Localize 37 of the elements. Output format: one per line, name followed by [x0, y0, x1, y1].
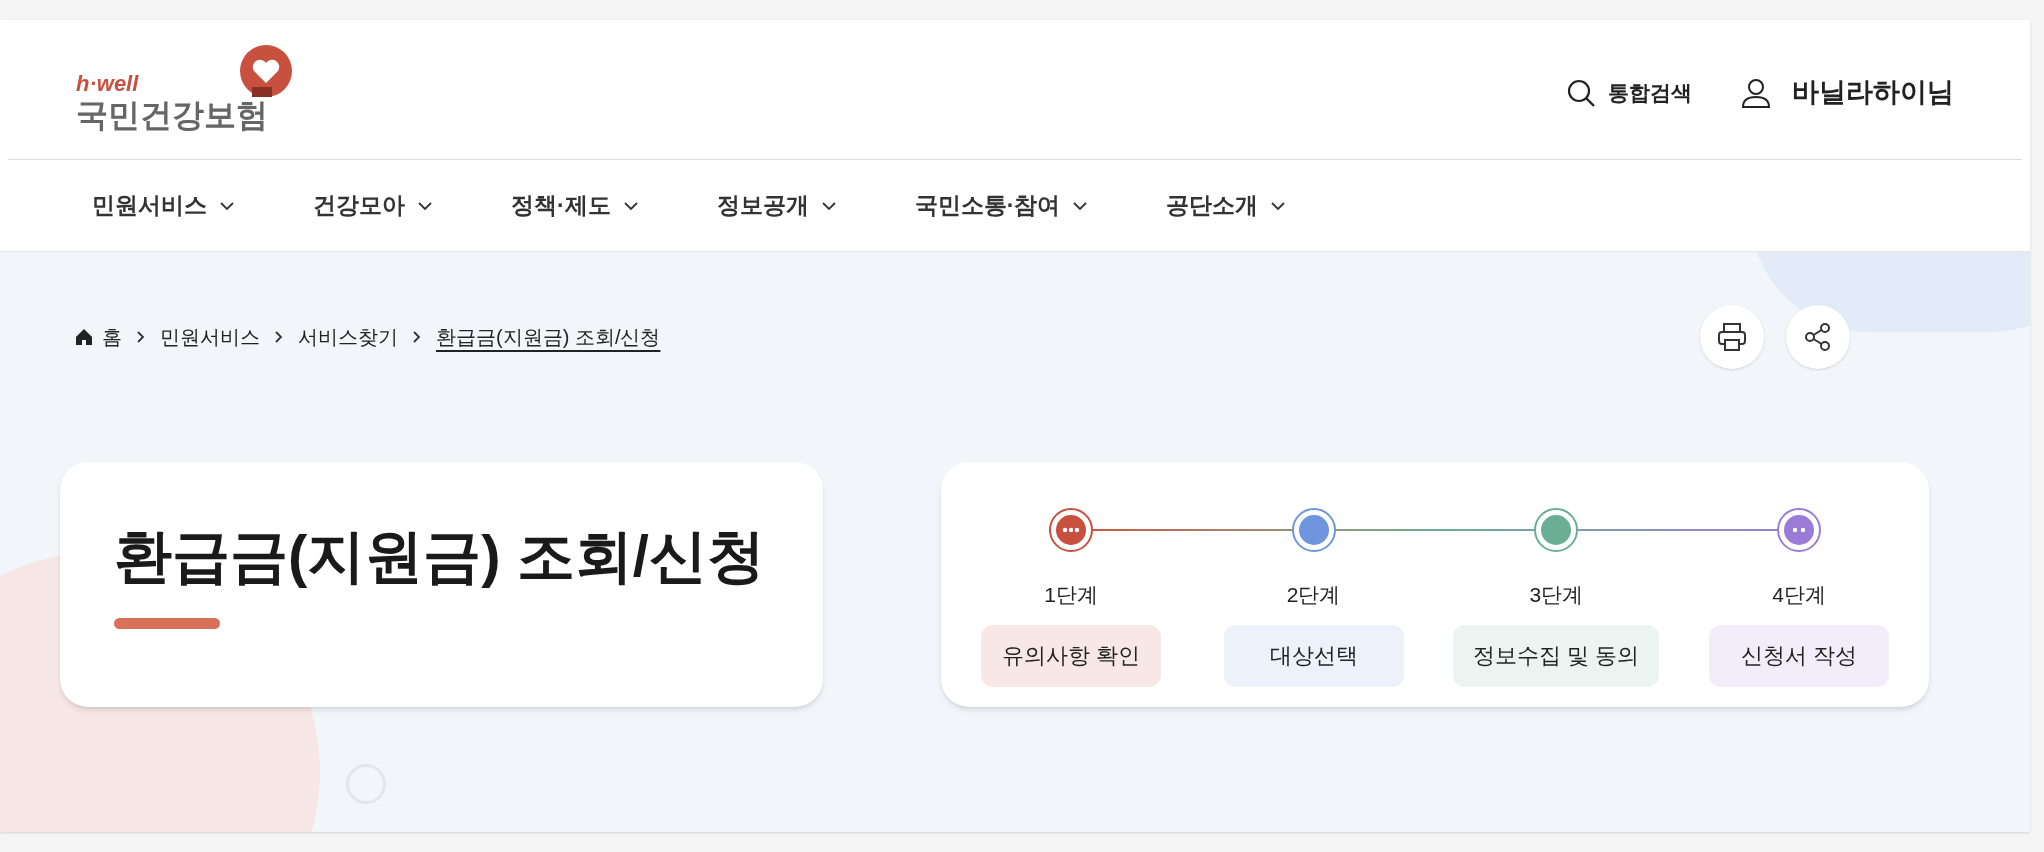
user-icon	[1740, 76, 1772, 109]
home-icon	[74, 327, 94, 347]
breadcrumb-link[interactable]: 환급금(지원금) 조회/신청	[436, 322, 661, 352]
breadcrumb-link[interactable]: 민원서비스	[160, 322, 260, 352]
search-icon	[1566, 77, 1596, 108]
step-label: 정보수집 및 동의	[1453, 624, 1660, 687]
chevron-right-icon	[274, 330, 284, 344]
chevron-down-icon	[622, 200, 639, 211]
step-label: 대상선택	[1223, 624, 1404, 687]
chevron-right-icon	[136, 330, 146, 344]
step-number: 4단계	[1772, 582, 1826, 608]
step-number: 2단계	[1286, 582, 1341, 608]
print-button[interactable]	[1700, 305, 1764, 369]
nav-menu-item[interactable]: 민원서비스	[92, 188, 235, 223]
logo[interactable]: h·well 국민건강보험	[76, 44, 296, 135]
chevron-down-icon	[820, 200, 837, 211]
step-number: 3단계	[1529, 582, 1584, 608]
nav-menu-item[interactable]: 공단소개	[1166, 188, 1287, 223]
nav-menu-item[interactable]: 정보공개	[716, 188, 837, 223]
breadcrumb-link[interactable]: 홈	[74, 322, 122, 352]
chevron-down-icon	[417, 200, 433, 211]
chevron-right-icon	[412, 330, 422, 344]
nav-menu-item[interactable]: 국민소통·참여	[914, 188, 1089, 223]
search-button[interactable]: 통합검색	[1566, 76, 1692, 109]
chevron-down-icon	[1270, 200, 1287, 211]
step-label: 신청서 작성	[1708, 624, 1889, 687]
nav-menu-item[interactable]: 정책·제도	[511, 188, 639, 223]
user-button[interactable]: 바닐라하이님	[1740, 72, 1954, 113]
chevron-down-icon	[1072, 200, 1089, 211]
share-button[interactable]	[1786, 305, 1850, 369]
step-label: 유의사항 확인	[981, 624, 1161, 687]
page-title: 환급금(지원금) 조회/신청	[114, 521, 766, 590]
chevron-down-icon	[219, 200, 235, 211]
step-number: 1단계	[1044, 582, 1098, 608]
nav-menu-item[interactable]: 건강모아	[313, 188, 433, 223]
printer-icon	[1715, 320, 1749, 354]
breadcrumb-link[interactable]: 서비스찾기	[298, 322, 398, 352]
